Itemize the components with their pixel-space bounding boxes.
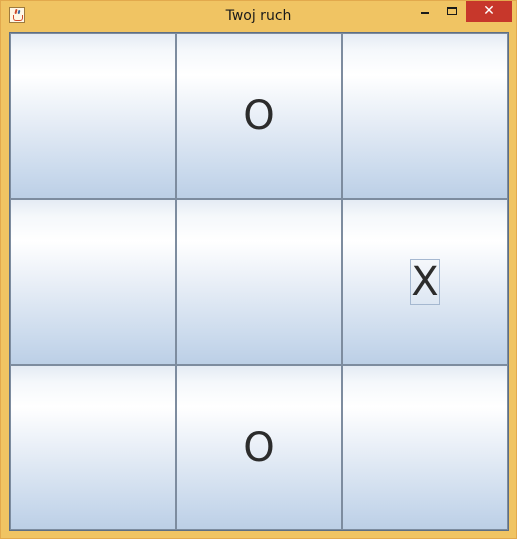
board-cell-1[interactable]: O [176,33,342,199]
board-cell-0[interactable] [10,33,176,199]
board-cell-7[interactable]: O [176,365,342,530]
maximize-icon [447,7,457,15]
close-button[interactable]: ✕ [466,1,512,22]
board-cell-5[interactable]: X [342,199,508,365]
tic-tac-toe-board: O X O [9,32,509,531]
minimize-icon [421,12,429,14]
title-bar[interactable]: Twoj ruch ✕ [1,1,516,31]
cell-mark: O [243,93,275,139]
game-window: Twoj ruch ✕ O X O [0,0,517,539]
minimize-button[interactable] [411,1,439,22]
board-cell-2[interactable] [342,33,508,199]
board-cell-6[interactable] [10,365,176,530]
close-icon: ✕ [483,3,495,19]
board-cell-8[interactable] [342,365,508,530]
cell-mark: O [243,424,275,471]
board-cell-4[interactable] [176,199,342,365]
board-cell-3[interactable] [10,199,176,365]
cell-mark: X [410,259,440,305]
maximize-button[interactable] [439,1,466,22]
